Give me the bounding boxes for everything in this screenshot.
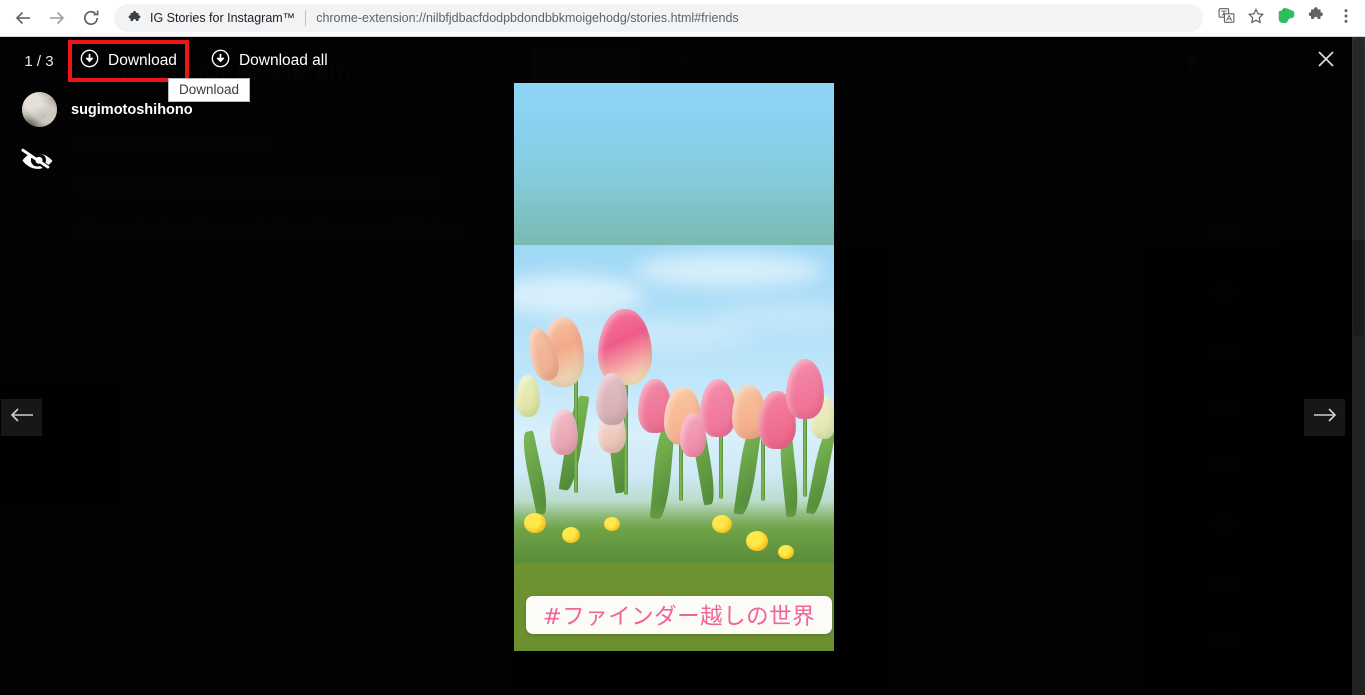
bookmark-button[interactable] [1241, 3, 1271, 33]
next-story-button[interactable] [1304, 399, 1345, 436]
address-bar[interactable]: IG Stories for Instagram™ chrome-extensi… [114, 4, 1203, 32]
story-sky-band [514, 83, 834, 245]
bookmark-star-icon [1247, 7, 1265, 30]
download-button[interactable]: Download [68, 40, 189, 82]
evernote-extension-button[interactable] [1271, 3, 1301, 33]
browser-toolbar: IG Stories for Instagram™ chrome-extensi… [0, 0, 1365, 37]
story-media[interactable]: #ファインダー越しの世界 [514, 83, 834, 651]
close-icon [1315, 48, 1337, 75]
omnibox-divider [305, 10, 307, 26]
story-counter: 1 / 3 [24, 52, 54, 70]
chrome-menu-icon [1337, 7, 1355, 30]
extensions-puzzle-icon [126, 10, 142, 26]
previous-story-button[interactable] [1, 399, 42, 436]
translate-button[interactable] [1211, 3, 1241, 33]
forward-arrow-icon [47, 8, 67, 28]
chrome-menu-button[interactable] [1331, 3, 1361, 33]
download-tooltip: Download [168, 78, 251, 102]
story-photo-tulips [514, 245, 834, 563]
hashtag-text: #ファインダー越しの世界 [542, 604, 816, 630]
arrow-right-icon [1313, 407, 1337, 428]
hide-seen-toggle[interactable] [19, 145, 59, 180]
story-username: sugimotoshihono [71, 101, 193, 118]
download-circle-icon [80, 49, 99, 73]
download-circle-icon [211, 49, 230, 73]
arrow-left-icon [10, 407, 34, 428]
download-button-label: Download [108, 52, 177, 69]
avatar [22, 92, 57, 127]
url-text: chrome-extension://nilbfjdbacfdodpbdondb… [316, 11, 739, 25]
download-all-button[interactable]: Download all [203, 44, 336, 78]
extension-title: IG Stories for Instagram™ [150, 11, 296, 25]
extensions-puzzle-icon [1307, 6, 1325, 30]
back-arrow-icon [13, 8, 33, 28]
browser-toolbar-icons [1211, 3, 1365, 33]
back-button[interactable] [6, 1, 40, 35]
reload-button[interactable] [74, 1, 108, 35]
eye-off-icon [19, 148, 59, 179]
extensions-button[interactable] [1301, 3, 1331, 33]
reload-icon [81, 8, 101, 28]
evernote-icon [1277, 6, 1296, 30]
close-viewer-button[interactable] [1309, 44, 1343, 78]
download-all-button-label: Download all [238, 52, 328, 69]
story-hashtag-band: #ファインダー越しの世界 [514, 563, 834, 651]
translate-icon [1218, 7, 1235, 29]
hashtag-chip: #ファインダー越しの世界 [526, 596, 832, 634]
forward-button[interactable] [40, 1, 74, 35]
